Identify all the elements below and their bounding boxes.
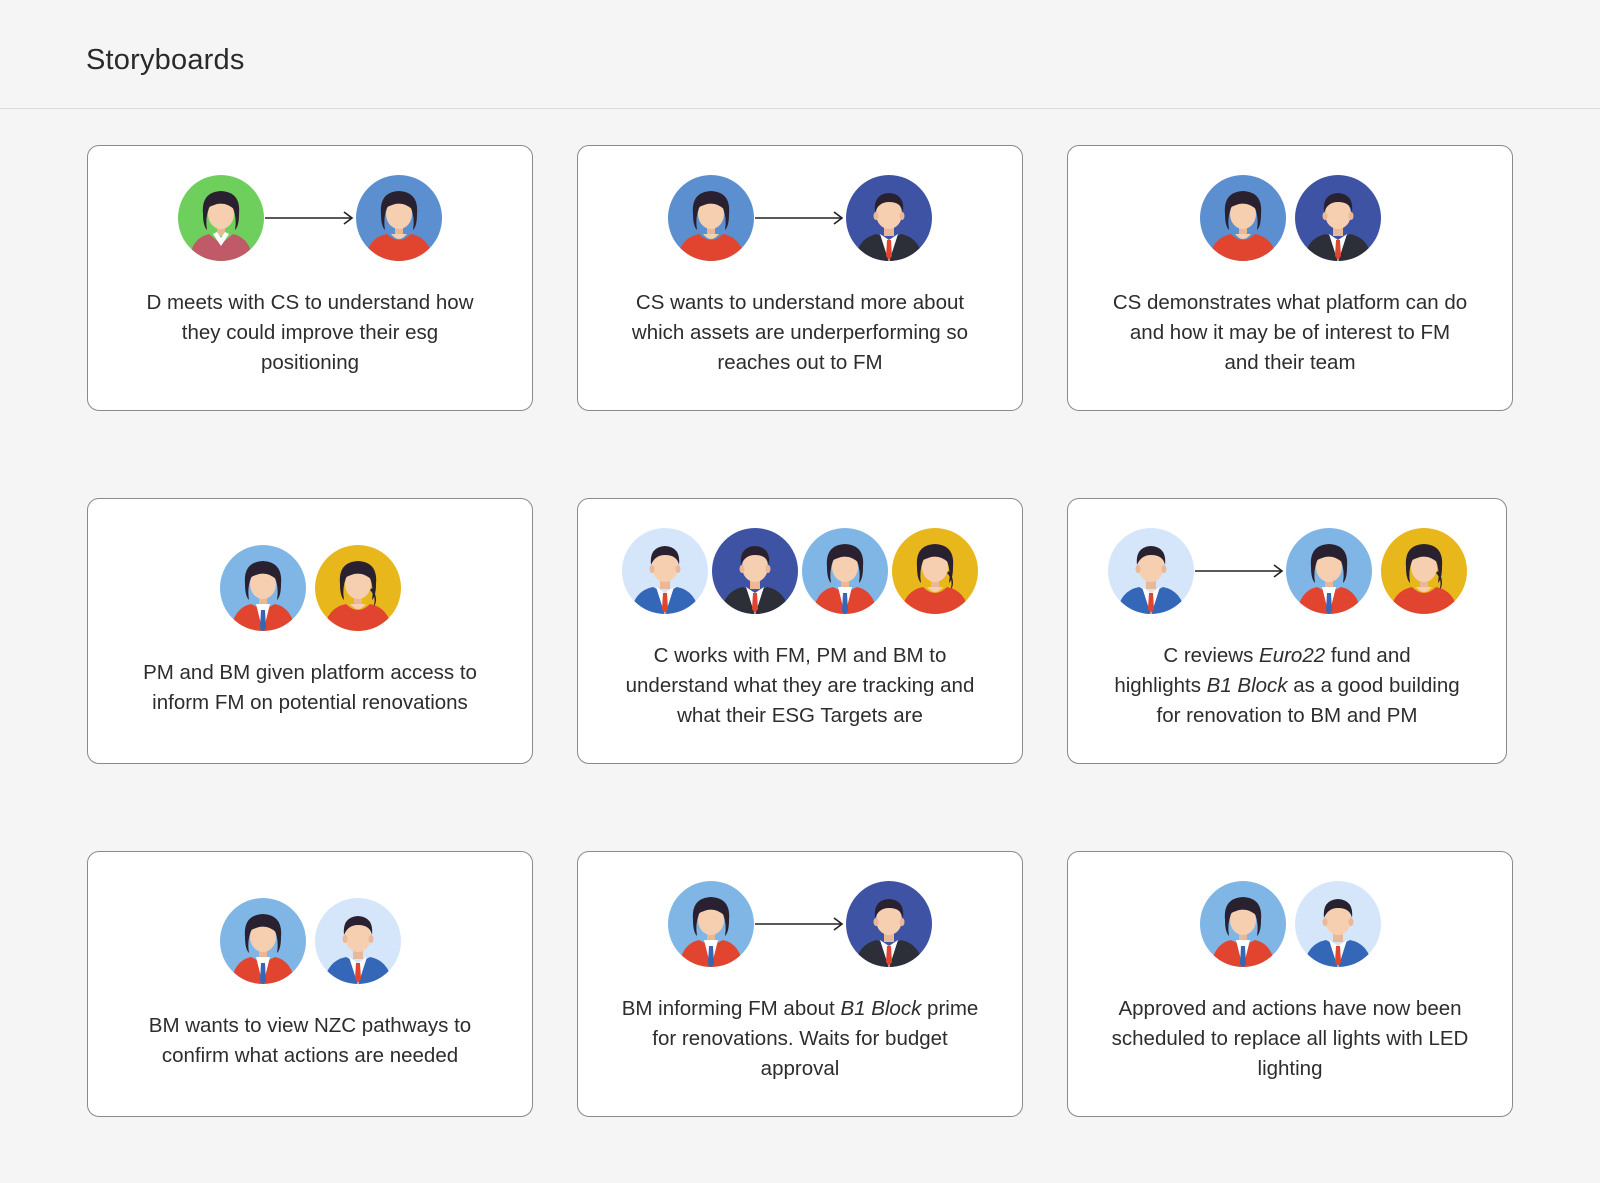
storyboard-card[interactable]: C reviews Euro22 fund and highlights B1 …: [1067, 498, 1507, 764]
yellow-woman-icon: [1380, 528, 1467, 614]
page-title: Storyboards: [86, 44, 245, 76]
page-header: Storyboards: [0, 0, 1600, 109]
sky-woman-icon: [802, 528, 888, 614]
storyboard-card[interactable]: CS wants to understand more about which …: [577, 145, 1023, 411]
navy-man-icon: [846, 175, 932, 261]
card-caption: CS wants to understand more about which …: [631, 291, 969, 374]
avatar-group: [88, 897, 532, 985]
yellow-woman-icon: [314, 545, 401, 631]
navy-man-icon: [846, 881, 932, 967]
blue-woman-icon: [668, 175, 754, 261]
avatar-group: [88, 174, 532, 262]
avatar-group: [1068, 527, 1506, 615]
storyboard-card[interactable]: C works with FM, PM and BM to understand…: [577, 498, 1023, 764]
pale-man-icon: [314, 898, 401, 984]
sky-woman-icon: [219, 898, 306, 984]
navy-man-icon: [1294, 175, 1381, 261]
storyboard-card[interactable]: BM wants to view NZC pathways to confirm…: [87, 851, 533, 1117]
avatar-group: [578, 880, 1022, 968]
card-caption: PM and BM given platform access to infor…: [143, 661, 477, 714]
avatar-group: [1068, 174, 1512, 262]
pale-man-icon: [622, 528, 708, 614]
storyboard-card[interactable]: Approved and actions have now been sched…: [1067, 851, 1513, 1117]
avatar-group: [1068, 880, 1512, 968]
blue-woman-icon: [356, 175, 442, 261]
arrow-icon: [265, 211, 354, 225]
pale-man-icon: [1294, 881, 1381, 967]
avatar-group: [578, 174, 1022, 262]
blue-woman-icon: [1199, 175, 1286, 261]
pale-man-icon: [1107, 528, 1194, 614]
sky-woman-icon: [1199, 881, 1286, 967]
arrow-icon: [1194, 564, 1283, 578]
storyboard-card[interactable]: PM and BM given platform access to infor…: [87, 498, 533, 764]
card-caption: BM wants to view NZC pathways to confirm…: [148, 1014, 472, 1067]
card-caption: Approved and actions have now been sched…: [1111, 997, 1469, 1080]
sky-woman-icon: [1285, 528, 1372, 614]
card-caption: C works with FM, PM and BM to understand…: [625, 644, 975, 727]
storyboard-card[interactable]: D meets with CS to understand how they c…: [87, 145, 533, 411]
storyboard-card[interactable]: CS demonstrates what platform can do and…: [1067, 145, 1513, 411]
card-caption: BM informing FM about B1 Block prime for…: [621, 997, 979, 1080]
card-caption: D meets with CS to understand how they c…: [146, 291, 474, 374]
arrow-icon: [755, 211, 844, 225]
avatar-group: [88, 544, 532, 632]
storyboard-card[interactable]: BM informing FM about B1 Block prime for…: [577, 851, 1023, 1117]
arrow-icon: [755, 917, 844, 931]
navy-man-icon: [712, 528, 798, 614]
green-woman-icon: [178, 175, 264, 261]
card-caption: C reviews Euro22 fund and highlights B1 …: [1114, 644, 1460, 727]
sky-woman-icon: [668, 881, 754, 967]
avatar-group: [578, 527, 1022, 615]
yellow-woman-icon: [892, 528, 978, 614]
card-caption: CS demonstrates what platform can do and…: [1112, 291, 1468, 374]
sky-woman-icon: [219, 545, 306, 631]
